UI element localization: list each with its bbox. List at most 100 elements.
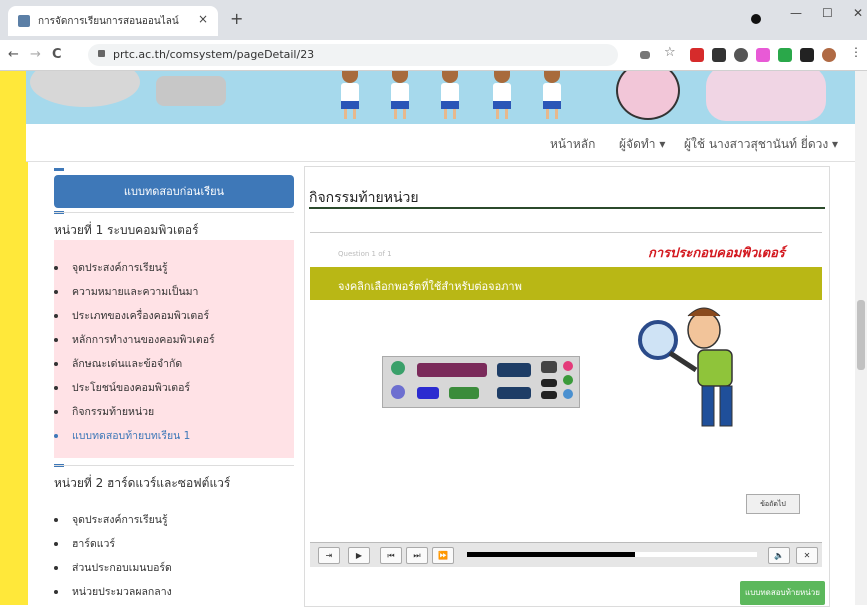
green-extension-icon[interactable] (778, 48, 792, 62)
close-player-icon[interactable]: ✕ (796, 547, 818, 564)
divider (54, 465, 294, 466)
motherboard-io-panel (382, 356, 580, 408)
banner-student (538, 71, 566, 121)
browser-tab-strip: การจัดการเรียนการสอนออนไลน์ × + — ☐ ✕ (0, 0, 867, 40)
list-bullet (54, 314, 58, 318)
avatar[interactable] (822, 48, 836, 62)
address-bar[interactable]: prtc.ac.th/comsystem/pageDetail/23 (88, 44, 618, 66)
unit2-title: หน่วยที่ 2 ฮาร์ดแวร์และซอฟต์แวร์ (54, 476, 231, 490)
banner-student (336, 71, 364, 121)
pretest-button[interactable]: แบบทดสอบก่อนเรียน (54, 175, 294, 208)
lock-icon (98, 50, 105, 57)
playback-progress-fill (467, 552, 636, 557)
browser-tab[interactable]: การจัดการเรียนการสอนออนไลน์ × (8, 6, 218, 36)
list-bullet (54, 590, 58, 594)
unit2-item[interactable]: หน่วยประมวลผลกลาง (72, 583, 172, 600)
list-bullet (54, 266, 58, 270)
list-bullet (54, 410, 58, 414)
banner-student (488, 71, 516, 121)
section-accent (54, 168, 64, 171)
fast-forward-icon[interactable]: ⏩ (432, 547, 454, 564)
site-navbar: หน้าหลัก ผู้จัดทำ ▾ ผู้ใช้ นางสาวสุชานัน… (26, 124, 867, 162)
ps2-keyboard-port[interactable] (391, 385, 405, 399)
nav-user-dropdown[interactable]: ผู้ใช้ นางสาวสุชานันท์ ยี่ดวง ▾ (684, 135, 838, 154)
more-menu-icon[interactable]: ⋮ (850, 45, 862, 59)
unit1-item[interactable]: ความหมายและความเป็นมา (72, 283, 198, 300)
list-bullet (54, 290, 58, 294)
vga-port[interactable] (417, 387, 439, 399)
reload-button[interactable]: C (52, 47, 62, 62)
list-bullet (54, 566, 58, 570)
browser-toolbar: ← → C prtc.ac.th/comsystem/pageDetail/23… (0, 40, 867, 71)
minimize-button[interactable]: — (790, 6, 802, 20)
list-bullet (54, 542, 58, 546)
question-counter: Question 1 of 1 (338, 250, 392, 258)
nav-home[interactable]: หน้าหลัก (550, 135, 595, 154)
color-extension-icon[interactable] (756, 48, 770, 62)
audio-jack[interactable] (563, 361, 573, 371)
ps2-mouse-port[interactable] (391, 361, 405, 375)
star-icon[interactable]: ☆ (664, 45, 678, 60)
tab-close-icon[interactable]: × (198, 12, 208, 26)
banner-student (436, 71, 464, 121)
inspector-illustration (638, 307, 733, 427)
close-window-button[interactable]: ✕ (853, 6, 863, 20)
audio-jack[interactable] (563, 389, 573, 399)
serial-port[interactable] (497, 363, 531, 377)
tab-title: การจัดการเรียนการสอนออนไลน์ (38, 16, 179, 27)
favicon-icon (18, 15, 30, 27)
player-controls: ⇥ ▶ ⏮ ⏭ ⏩ 🔈 ✕ (310, 542, 822, 567)
unit1-item[interactable]: ประโยชน์ของคอมพิวเตอร์ (72, 379, 190, 396)
playback-progress[interactable] (467, 552, 757, 557)
exit-icon[interactable]: ⇥ (318, 547, 340, 564)
grid-extension-icon[interactable] (712, 48, 726, 62)
step-forward-icon[interactable]: ⏭ (406, 547, 428, 564)
serial-port[interactable] (449, 387, 479, 399)
puzzle-icon[interactable] (800, 48, 814, 62)
page-title: กิจกรรมท้ายหน่วย (309, 190, 419, 206)
parallel-port[interactable] (417, 363, 487, 377)
banner-student (386, 71, 414, 121)
list-bullet (54, 518, 58, 522)
unit1-item[interactable]: ลักษณะเด่นและข้อจำกัด (72, 355, 182, 372)
key-icon[interactable] (640, 51, 650, 59)
list-bullet (54, 338, 58, 342)
next-question-button[interactable]: ข้อถัดไป (746, 494, 800, 514)
unit1-item[interactable]: กิจกรรมท้ายหน่วย (72, 403, 154, 420)
banner-computer-user (706, 71, 826, 121)
serial-port[interactable] (497, 387, 531, 399)
list-bullet (54, 386, 58, 390)
site-banner (26, 71, 867, 124)
pdf-extension-icon[interactable] (690, 48, 704, 62)
banner-book (156, 76, 226, 106)
unit1-item-active[interactable]: แบบทดสอบท้ายบทเรียน 1 (72, 427, 190, 444)
rewind-icon[interactable]: ⏮ (380, 547, 402, 564)
play-icon[interactable]: ▶ (348, 547, 370, 564)
list-bullet (54, 434, 58, 438)
unit2-item[interactable]: ส่วนประกอบเมนบอร์ด (72, 559, 172, 576)
usb-port[interactable] (541, 391, 557, 399)
volume-icon[interactable]: 🔈 (768, 547, 790, 564)
posttest-button[interactable]: แบบทดสอบท้ายหน่วย (740, 581, 825, 605)
new-tab-button[interactable]: + (230, 9, 243, 28)
list-bullet (54, 362, 58, 366)
circle-extension-icon[interactable] (734, 48, 748, 62)
unit1-title: หน่วยที่ 1 ระบบคอมพิวเตอร์ (54, 223, 199, 237)
profile-icon[interactable] (751, 14, 761, 24)
usb-port[interactable] (541, 379, 557, 387)
unit2-item[interactable]: จุดประสงค์การเรียนรู้ (72, 511, 168, 528)
page-scrollbar-thumb[interactable] (857, 300, 865, 370)
banner-illustration (30, 71, 140, 107)
audio-jack[interactable] (563, 375, 573, 385)
unit1-item[interactable]: หลักการทำงานของคอมพิวเตอร์ (72, 331, 215, 348)
quiz-instruction: จงคลิกเลือกพอร์ตที่ใช้สำหรับต่อจอภาพ (338, 280, 522, 293)
forward-button[interactable]: → (30, 47, 41, 62)
nav-author-dropdown[interactable]: ผู้จัดทำ ▾ (619, 135, 665, 154)
banner-clock (616, 71, 680, 120)
unit1-item[interactable]: ประเภทของเครื่องคอมพิวเตอร์ (72, 307, 209, 324)
back-button[interactable]: ← (8, 47, 19, 62)
maximize-button[interactable]: ☐ (822, 6, 833, 20)
unit1-item[interactable]: จุดประสงค์การเรียนรู้ (72, 259, 168, 276)
lan-port[interactable] (541, 361, 557, 373)
unit2-item[interactable]: ฮาร์ดแวร์ (72, 535, 115, 552)
